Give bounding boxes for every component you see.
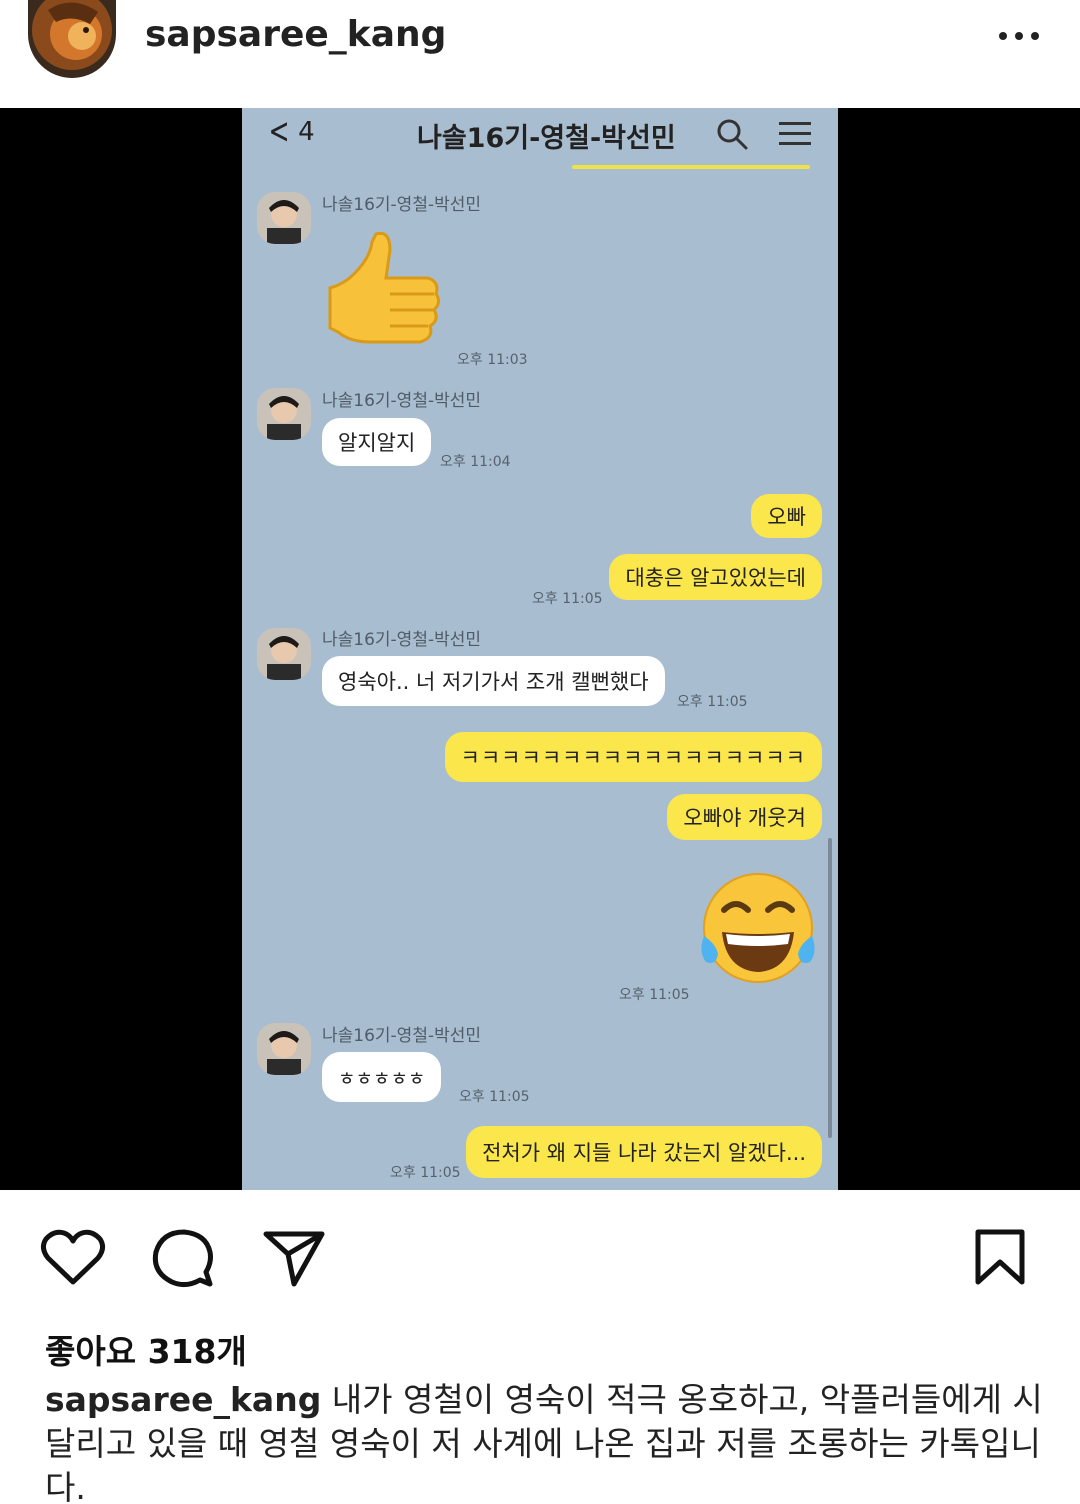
message-time: 오후 11:05 <box>677 694 748 710</box>
likes-count[interactable]: 좋아요 318개 <box>45 1325 247 1373</box>
chat-screenshot: < 4 나솔16기-영철-박선민 나솔16기-영철-박선민 오후 11:03 나… <box>242 108 838 1190</box>
incoming-message: 알지알지 <box>322 418 432 466</box>
message-time: 오후 11:05 <box>459 1089 530 1105</box>
post-image[interactable]: < 4 나솔16기-영철-박선민 나솔16기-영철-박선민 오후 11:03 나… <box>0 108 1080 1190</box>
outgoing-message: 전처가 왜 지들 나라 갔는지 알겠다... <box>466 1126 822 1178</box>
sender-name: 나솔16기-영철-박선민 <box>322 1026 482 1046</box>
notice-underline <box>572 165 810 169</box>
incoming-message: 영숙아.. 너 저기가서 조개 캘뻔했다 <box>322 656 665 706</box>
chat-scrollbar <box>828 838 832 1138</box>
post-actions <box>0 1190 1080 1320</box>
sender-avatar <box>257 192 311 244</box>
message-time: 오후 11:05 <box>390 1165 461 1181</box>
sender-avatar <box>257 628 311 680</box>
heart-icon[interactable] <box>40 1228 106 1288</box>
chat-title: 나솔16기-영철-박선민 <box>417 123 676 154</box>
menu-icon <box>779 122 811 145</box>
sender-name: 나솔16기-영철-박선민 <box>322 195 482 215</box>
post-header: sapsaree_kang <box>0 0 1080 108</box>
sender-avatar <box>257 1023 311 1075</box>
tears-of-joy-emoji <box>701 873 815 983</box>
caption-username[interactable]: sapsaree_kang <box>45 1380 321 1419</box>
thumbs-up-emoji <box>328 231 441 344</box>
outgoing-message: ㅋㅋㅋㅋㅋㅋㅋㅋㅋㅋㅋㅋㅋㅋㅋㅋㅋ <box>444 732 822 782</box>
sender-avatar <box>257 388 311 440</box>
more-options-button[interactable] <box>994 22 1044 50</box>
search-icon <box>717 119 748 150</box>
post-caption: sapsaree_kang 내가 영철이 영숙이 적극 옹호하고, 악플러들에게… <box>45 1378 1045 1504</box>
outgoing-message: 오빠야 개웃겨 <box>667 794 822 840</box>
profile-avatar[interactable] <box>28 0 116 78</box>
sender-name: 나솔16기-영철-박선민 <box>322 391 482 411</box>
outgoing-message: 대충은 알고있었는데 <box>609 554 822 600</box>
header-username[interactable]: sapsaree_kang <box>145 14 446 55</box>
incoming-message: ㅎㅎㅎㅎㅎ <box>322 1052 442 1102</box>
comment-icon[interactable] <box>152 1228 214 1288</box>
chat-topbar: < 4 나솔16기-영철-박선민 <box>242 108 838 169</box>
message-time: 오후 11:05 <box>532 591 603 607</box>
more-icon <box>999 32 1007 40</box>
chat-back-button: < 4 <box>264 114 315 150</box>
sender-name: 나솔16기-영철-박선민 <box>322 630 482 650</box>
message-time: 오후 11:04 <box>440 454 511 470</box>
bookmark-icon[interactable] <box>972 1228 1028 1288</box>
outgoing-message: 오빠 <box>751 494 822 538</box>
share-icon[interactable] <box>262 1228 326 1288</box>
unread-count: 4 <box>298 117 315 147</box>
message-time: 오후 11:03 <box>457 352 528 368</box>
message-time: 오후 11:05 <box>619 987 690 1003</box>
chevron-left-icon: < <box>268 111 290 152</box>
